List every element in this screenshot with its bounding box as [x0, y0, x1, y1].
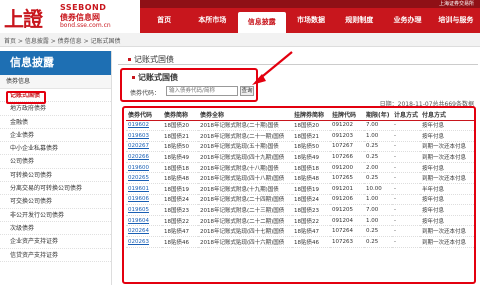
sidebar-item-exchangeable[interactable]: 可交换公司债券	[0, 195, 111, 209]
nav-market-data[interactable]: 市场数据	[287, 8, 335, 33]
breadcrumb-bar: 首页 > 信息披露 > 债券信息 > 记账式国债	[0, 33, 480, 47]
site-logo[interactable]: 上證 SSEBOND 债券信息网 bond.sse.com.cn	[2, 1, 127, 32]
sidebar-item-enterprise-abs[interactable]: 企业资产支持证券	[0, 235, 111, 249]
sidebar-item-convertible[interactable]: 可转换公司债券	[0, 169, 111, 183]
main-content: 记账式国债 记账式国债 债券代码： 查询 日期：2018-11-07总共669条…	[118, 51, 478, 108]
logo-url: bond.sse.com.cn	[60, 22, 111, 29]
top-link-sse[interactable]: 上海证券交易所	[439, 0, 474, 7]
site-header: 上證 SSEBOND 债券信息网 bond.sse.com.cn 上海证券交易所…	[0, 0, 480, 33]
sidebar-item-financial[interactable]: 金融债	[0, 116, 111, 129]
sidebar-item-separable-convertible[interactable]: 分离交易的可转换公司债券	[0, 182, 111, 196]
arrow-icon	[252, 51, 293, 85]
nav-training[interactable]: 培训与服务	[432, 8, 480, 33]
bullet-icon	[128, 58, 131, 61]
sidebar-item-credit-abs[interactable]: 信贷资产支持证券	[0, 249, 111, 262]
sidebar-item-corporate[interactable]: 公司债券	[0, 155, 111, 169]
sidebar-item-sme-private[interactable]: 中小企业私募债券	[0, 142, 111, 156]
nav-market[interactable]: 本所市场	[188, 8, 236, 33]
top-bar: 上海证券交易所	[140, 0, 480, 8]
logo-mark: 上證	[4, 7, 43, 31]
nav-business[interactable]: 业务办理	[383, 8, 431, 33]
search-highlight-frame	[120, 68, 258, 102]
sidebar-item-non-public[interactable]: 非公开发行公司债券	[0, 209, 111, 222]
main-nav: 首页 本所市场 信息披露 市场数据 规则制度 业务办理 培训与服务	[140, 8, 480, 33]
table-highlight-frame	[122, 106, 476, 284]
breadcrumb[interactable]: 首页 > 信息披露 > 债券信息 > 记账式国债	[4, 36, 121, 45]
sidebar-highlight-frame	[6, 91, 46, 104]
sidebar-item-subordinated[interactable]: 次级债券	[0, 222, 111, 236]
logo-en: SSEBOND	[60, 3, 107, 12]
main-title-row: 记账式国债	[118, 51, 478, 65]
nav-home[interactable]: 首页	[140, 8, 188, 33]
sidebar: 信息披露 债券信息 记账式国债 地方政府债券 金融债 企业债券 中小企业私募债券…	[0, 51, 112, 285]
page-title: 记账式国债	[128, 54, 174, 65]
sidebar-item-local-gov[interactable]: 地方政府债券	[0, 102, 111, 116]
nav-rules[interactable]: 规则制度	[335, 8, 383, 33]
nav-disclosure[interactable]: 信息披露	[236, 11, 287, 33]
sidebar-subtitle[interactable]: 债券信息	[0, 75, 111, 89]
sidebar-title: 信息披露	[0, 51, 111, 75]
sidebar-item-enterprise[interactable]: 企业债券	[0, 129, 111, 143]
